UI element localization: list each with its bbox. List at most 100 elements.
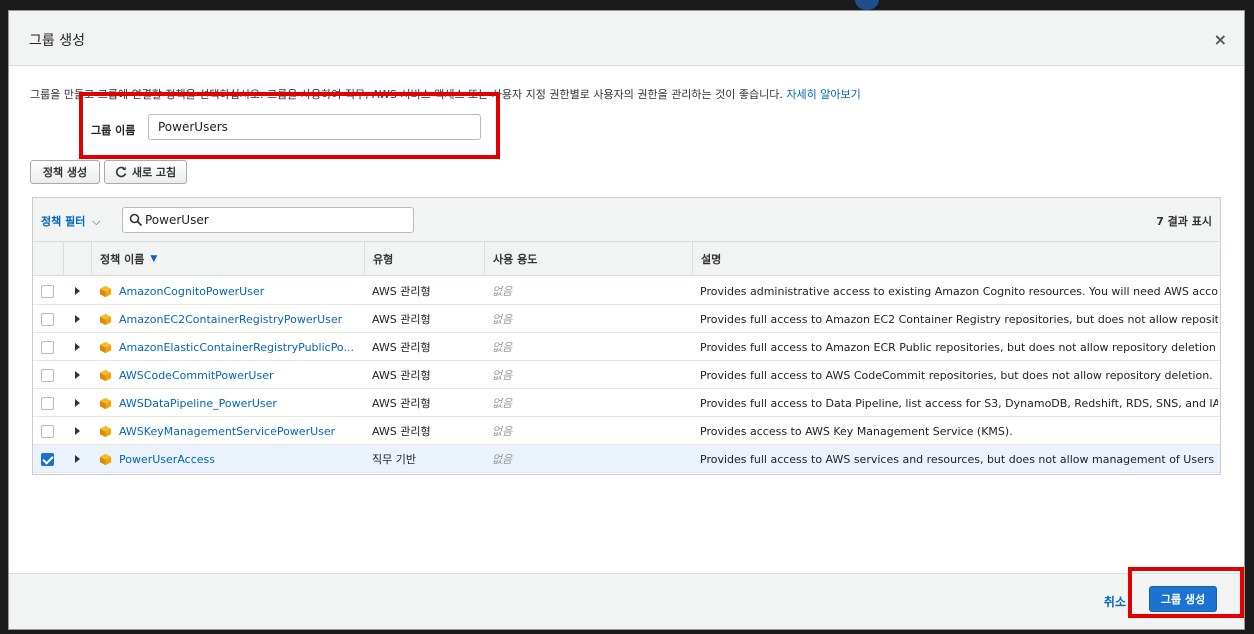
policy-name-link[interactable]: AWSCodeCommitPowerUser xyxy=(119,369,273,382)
policy-name-cell: AWSKeyManagementServicePowerUser xyxy=(119,417,362,445)
description-text: 그룹을 만들고 그룹에 연결할 정책을 선택하십시오. 그룹을 사용하여 직무,… xyxy=(30,88,783,101)
policy-usage: 없음 xyxy=(492,313,513,326)
table-row[interactable]: AWSDataPipeline_PowerUser AWS 관리형 없음 Provid… xyxy=(33,389,1220,417)
policy-type: AWS 관리형 xyxy=(372,341,431,354)
row-checkbox[interactable] xyxy=(41,452,54,466)
row-checkbox-cell xyxy=(41,445,61,473)
expand-row-cell xyxy=(75,417,89,445)
expand-row-cell xyxy=(75,445,89,473)
policy-type: AWS 관리형 xyxy=(372,285,431,298)
policy-cube-icon xyxy=(99,397,112,409)
modal-header: 그룹 생성 × xyxy=(9,11,1244,66)
policy-icon-cell xyxy=(99,361,115,389)
policy-name-link[interactable]: AmazonCognitoPowerUser xyxy=(119,285,264,298)
row-checkbox-cell xyxy=(41,389,61,417)
policy-name-header-label: 정책 이름 xyxy=(100,253,145,266)
policy-description: Provides full access to Data Pipeline, l… xyxy=(700,396,1218,410)
policy-cube-icon xyxy=(99,313,112,325)
column-header-policy-name[interactable]: 정책 이름 ▼ xyxy=(91,242,364,276)
policy-name-cell: AWSCodeCommitPowerUser xyxy=(119,361,362,389)
policy-description: Provides administrative access to existi… xyxy=(700,284,1218,298)
policy-name-link[interactable]: AWSDataPipeline_PowerUser xyxy=(119,397,277,410)
filter-bar: 정책 필터 ⌵ 7 결과 표시 xyxy=(33,198,1220,242)
caret-right-icon[interactable] xyxy=(75,455,80,463)
caret-right-icon[interactable] xyxy=(75,399,80,407)
policy-cube-icon xyxy=(99,425,112,437)
policy-search-input[interactable] xyxy=(145,208,410,232)
policy-filter-label: 정책 필터 xyxy=(41,215,86,228)
caret-right-icon[interactable] xyxy=(75,343,80,351)
policy-filter-dropdown[interactable]: 정책 필터 ⌵ xyxy=(41,213,101,229)
policy-type: AWS 관리형 xyxy=(372,397,431,410)
refresh-button[interactable]: 새로 고침 xyxy=(104,160,187,184)
table-row[interactable]: AmazonElasticContainerRegistryPublicPo..… xyxy=(33,333,1220,361)
table-row[interactable]: AmazonEC2ContainerRegistryPowerUser AWS 관… xyxy=(33,305,1220,333)
policy-name-link[interactable]: AmazonElasticContainerRegistryPublicPo..… xyxy=(119,341,354,354)
policy-icon-cell xyxy=(99,445,115,473)
row-checkbox-cell xyxy=(41,361,61,389)
policy-description: Provides full access to Amazon ECR Publi… xyxy=(700,340,1218,354)
create-policy-label: 정책 생성 xyxy=(42,166,88,179)
policy-cube-icon xyxy=(99,341,112,353)
expand-row-cell xyxy=(75,361,89,389)
create-policy-button[interactable]: 정책 생성 xyxy=(30,160,100,184)
chevron-down-icon: ⌵ xyxy=(92,215,101,228)
policy-search-box[interactable] xyxy=(122,207,414,233)
policy-usage: 없음 xyxy=(492,369,513,382)
table-row[interactable]: AWSCodeCommitPowerUser AWS 관리형 없음 Provides … xyxy=(33,361,1220,389)
table-row[interactable]: AWSKeyManagementServicePowerUser AWS 관리형 없… xyxy=(33,417,1220,445)
caret-right-icon[interactable] xyxy=(75,427,80,435)
row-checkbox[interactable] xyxy=(41,284,54,298)
policy-cube-icon xyxy=(99,369,112,381)
results-count: 7 결과 표시 xyxy=(1156,215,1212,228)
table-header: 정책 이름 ▼ 유형 사용 용도 설명 xyxy=(33,242,1220,276)
policy-usage: 없음 xyxy=(492,425,513,438)
modal-description: 그룹을 만들고 그룹에 연결할 정책을 선택하십시오. 그룹을 사용하여 직무,… xyxy=(30,86,861,102)
row-checkbox[interactable] xyxy=(41,312,54,326)
cancel-button[interactable]: 취소 xyxy=(1104,593,1126,610)
policy-usage: 없음 xyxy=(492,397,513,410)
row-checkbox[interactable] xyxy=(41,396,54,410)
row-checkbox-cell xyxy=(41,277,61,305)
table-row[interactable]: PowerUserAccess 직무 기반 없음 Provides full acce… xyxy=(33,445,1220,473)
policy-name-cell: AWSDataPipeline_PowerUser xyxy=(119,389,362,417)
policy-type: AWS 관리형 xyxy=(372,369,431,382)
row-checkbox[interactable] xyxy=(41,424,54,438)
caret-right-icon[interactable] xyxy=(75,287,80,295)
search-icon xyxy=(129,213,143,227)
policy-name-cell: AmazonEC2ContainerRegistryPowerUser xyxy=(119,305,362,333)
refresh-label: 새로 고침 xyxy=(131,166,177,179)
column-header-description: 설명 xyxy=(692,242,1222,276)
policy-icon-cell xyxy=(99,277,115,305)
policy-usage: 없음 xyxy=(492,285,513,298)
policy-description: Provides access to AWS Key Management Se… xyxy=(700,424,1013,438)
policy-name-link[interactable]: AmazonEC2ContainerRegistryPowerUser xyxy=(119,313,342,326)
caret-right-icon[interactable] xyxy=(75,371,80,379)
policy-type: AWS 관리형 xyxy=(372,313,431,326)
policy-usage: 없음 xyxy=(492,341,513,354)
policy-type: 직무 기반 xyxy=(372,453,416,466)
caret-right-icon[interactable] xyxy=(75,315,80,323)
policy-name-link[interactable]: AWSKeyManagementServicePowerUser xyxy=(119,425,335,438)
table-row[interactable]: AmazonCognitoPowerUser AWS 관리형 없음 Provides … xyxy=(33,277,1220,305)
row-checkbox-cell xyxy=(41,417,61,445)
policy-type: AWS 관리형 xyxy=(372,425,431,438)
policy-cube-icon xyxy=(99,285,112,297)
group-name-input[interactable] xyxy=(148,114,481,140)
sort-down-icon: ▼ xyxy=(150,254,158,264)
modal-footer: 취소 그룹 생성 xyxy=(9,573,1244,629)
close-icon[interactable]: × xyxy=(1214,30,1227,49)
create-group-button[interactable]: 그룹 생성 xyxy=(1149,586,1217,612)
expand-row-cell xyxy=(75,333,89,361)
row-checkbox[interactable] xyxy=(41,340,54,354)
row-checkbox[interactable] xyxy=(41,368,54,382)
modal-title: 그룹 생성 xyxy=(29,33,85,49)
policy-table: 정책 필터 ⌵ 7 결과 표시 정책 이름 ▼ 유형 사용 용도 설명 xyxy=(32,197,1221,475)
policy-name-link[interactable]: PowerUserAccess xyxy=(119,453,215,466)
policy-cube-icon xyxy=(99,453,112,465)
policy-icon-cell xyxy=(99,305,115,333)
column-header-usage: 사용 용도 xyxy=(484,242,692,276)
learn-more-link[interactable]: 자세히 알아보기 xyxy=(786,88,860,101)
expand-row-cell xyxy=(75,305,89,333)
header-expand-column xyxy=(63,242,91,276)
